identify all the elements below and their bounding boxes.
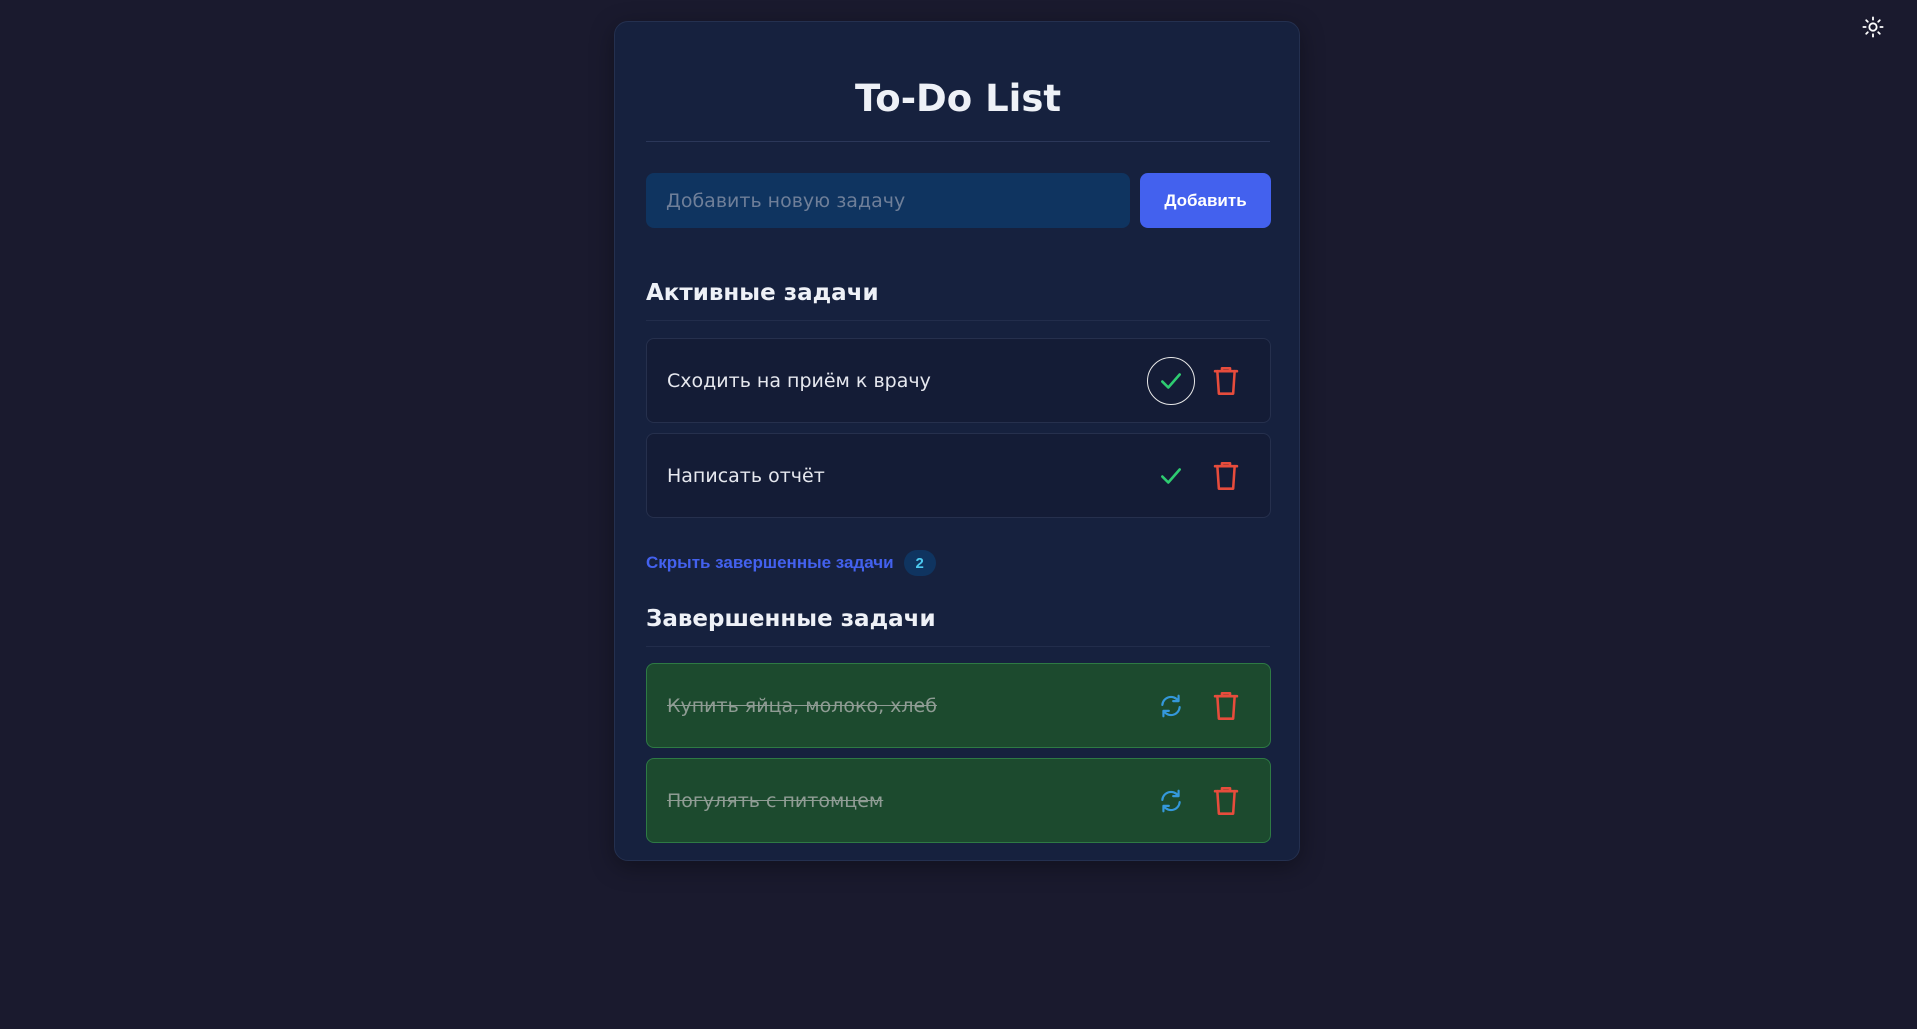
delete-task-button[interactable] <box>1202 357 1250 405</box>
delete-task-button[interactable] <box>1202 682 1250 730</box>
theme-toggle-button[interactable] <box>1858 12 1888 42</box>
check-icon <box>1161 372 1181 389</box>
completed-section-title: Завершенные задачи <box>646 606 936 632</box>
restore-icon <box>1161 789 1181 812</box>
sun-icon <box>1862 16 1884 38</box>
restore-task-button[interactable] <box>1147 682 1195 730</box>
delete-task-button[interactable] <box>1202 452 1250 500</box>
trash-icon <box>1213 366 1239 395</box>
active-task-item: Написать отчёт <box>646 433 1271 518</box>
title-divider <box>646 141 1270 142</box>
restore-icon <box>1161 694 1181 717</box>
complete-task-button[interactable] <box>1147 356 1195 405</box>
new-task-input[interactable] <box>646 173 1130 228</box>
page-title: To-Do List <box>854 77 1062 120</box>
active-section-title: Активные задачи <box>646 280 879 306</box>
add-task-button[interactable]: Добавить <box>1140 173 1271 228</box>
toggle-completed-label: Скрыть завершенные задачи <box>646 553 894 572</box>
todo-card: To-Do List Добавить Активные задачи Сход… <box>614 21 1300 861</box>
restore-task-button[interactable] <box>1147 777 1195 825</box>
completed-section-divider <box>646 646 1270 647</box>
active-task-item: Сходить на приём к врачу <box>646 338 1271 423</box>
toggle-completed-link[interactable]: Скрыть завершенные задачи 2 <box>646 550 936 576</box>
delete-task-button[interactable] <box>1202 777 1250 825</box>
check-icon <box>1161 467 1181 484</box>
active-section-divider <box>646 320 1270 321</box>
completed-task-item: Купить яйца, молоко, хлеб <box>646 663 1271 748</box>
trash-icon <box>1213 691 1239 720</box>
completed-count-badge: 2 <box>903 550 936 576</box>
trash-icon <box>1213 786 1239 815</box>
completed-task-item: Погулять с питомцем <box>646 758 1271 843</box>
trash-icon <box>1213 461 1239 490</box>
complete-task-button[interactable] <box>1147 452 1195 500</box>
